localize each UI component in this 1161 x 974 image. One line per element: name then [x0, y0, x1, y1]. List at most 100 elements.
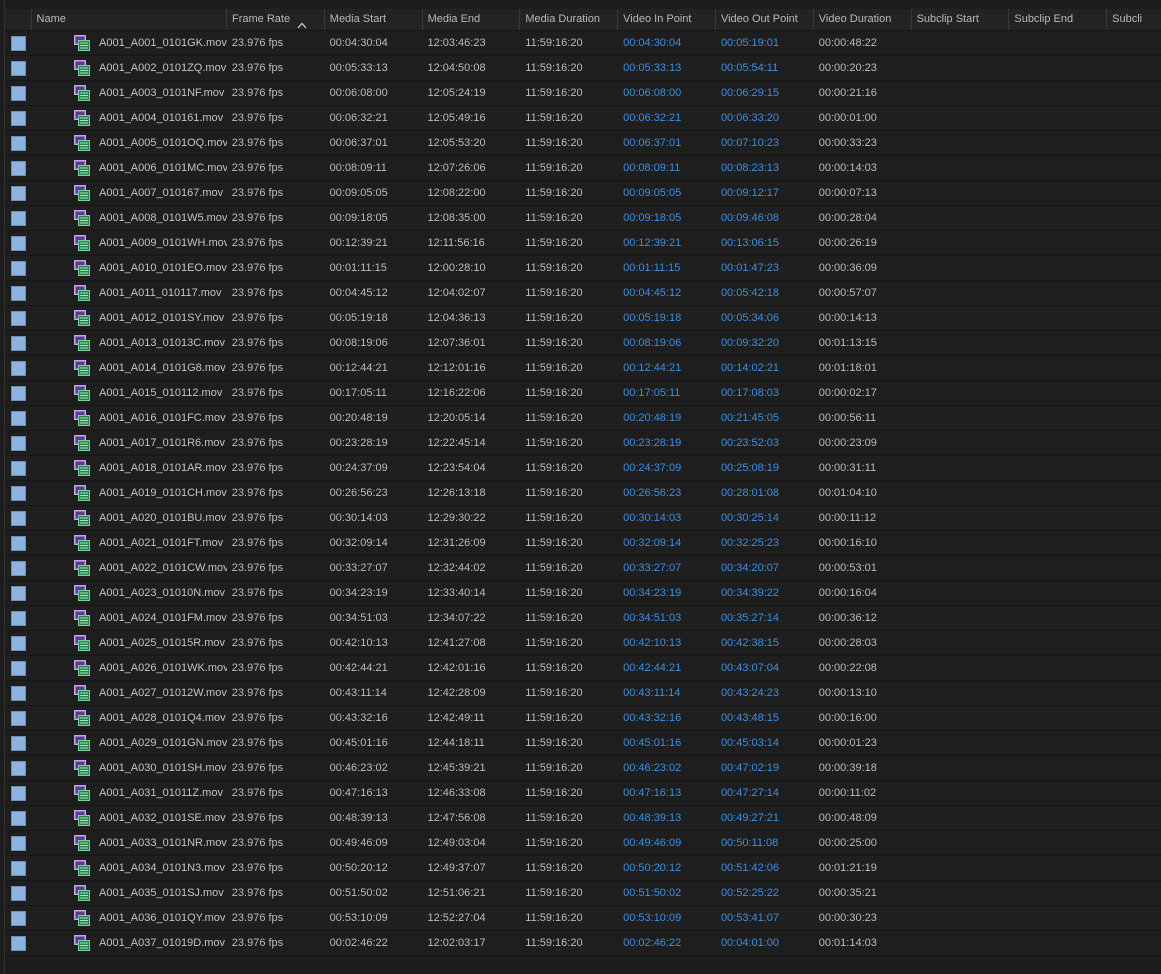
video-in-cell[interactable]: 00:06:32:21 — [618, 112, 716, 124]
name-cell[interactable]: A001_A010_0101EO.mov — [5, 256, 227, 280]
video-in-cell[interactable]: 00:02:46:22 — [618, 937, 716, 949]
video-out-cell[interactable]: 00:04:01:00 — [716, 937, 814, 949]
table-row[interactable]: A001_A005_0101OQ.mov 23.976 fps 00:06:37:0… — [5, 131, 1161, 156]
table-row[interactable]: A001_A019_0101CH.mov 23.976 fps 00:26:56:2… — [5, 481, 1161, 506]
name-cell[interactable]: A001_A037_01019D.mov — [5, 931, 227, 955]
name-cell[interactable]: A001_A006_0101MC.mov — [5, 156, 227, 180]
column-header-video-out-point[interactable]: Video Out Point — [716, 9, 814, 30]
label-color-chip[interactable] — [11, 60, 26, 76]
name-cell[interactable]: A001_A012_0101SY.mov — [5, 306, 227, 330]
label-column-header[interactable] — [5, 9, 32, 30]
video-out-cell[interactable]: 00:47:02:19 — [716, 762, 814, 774]
label-color-chip[interactable] — [11, 910, 26, 926]
table-row[interactable]: A001_A017_0101R6.mov 23.976 fps 00:23:28:1… — [5, 431, 1161, 456]
label-color-chip[interactable] — [11, 610, 26, 626]
video-in-cell[interactable]: 00:04:45:12 — [618, 287, 716, 299]
name-cell[interactable]: A001_A013_01013C.mov — [5, 331, 227, 355]
label-color-chip[interactable] — [11, 285, 26, 301]
name-cell[interactable]: A001_A027_01012W.mov — [5, 681, 227, 705]
video-in-cell[interactable]: 00:12:44:21 — [618, 362, 716, 374]
video-in-cell[interactable]: 00:43:32:16 — [618, 712, 716, 724]
video-in-cell[interactable]: 00:17:05:11 — [618, 387, 716, 399]
video-in-cell[interactable]: 00:09:05:05 — [618, 187, 716, 199]
table-row[interactable]: A001_A023_01010N.mov 23.976 fps 00:34:23:1… — [5, 581, 1161, 606]
table-row[interactable]: A001_A035_0101SJ.mov 23.976 fps 00:51:50:0… — [5, 881, 1161, 906]
name-cell[interactable]: A001_A003_0101NF.mov — [5, 81, 227, 105]
video-out-cell[interactable]: 00:42:38:15 — [716, 637, 814, 649]
name-cell[interactable]: A001_A028_0101Q4.mov — [5, 706, 227, 730]
video-out-cell[interactable]: 00:01:47:23 — [716, 262, 814, 274]
table-row[interactable]: A001_A003_0101NF.mov 23.976 fps 00:06:08:0… — [5, 81, 1161, 106]
table-row[interactable]: A001_A022_0101CW.mov 23.976 fps 00:33:27:0… — [5, 556, 1161, 581]
video-out-cell[interactable]: 00:06:29:15 — [716, 87, 814, 99]
video-in-cell[interactable]: 00:04:30:04 — [618, 37, 716, 49]
video-in-cell[interactable]: 00:20:48:19 — [618, 412, 716, 424]
column-header-video-duration[interactable]: Video Duration — [814, 9, 912, 30]
video-in-cell[interactable]: 00:34:51:03 — [618, 612, 716, 624]
video-in-cell[interactable]: 00:26:56:23 — [618, 487, 716, 499]
column-header-media-end[interactable]: Media End — [423, 9, 521, 30]
label-color-chip[interactable] — [11, 435, 26, 451]
label-color-chip[interactable] — [11, 160, 26, 176]
name-cell[interactable]: A001_A008_0101W5.mov — [5, 206, 227, 230]
table-row[interactable]: A001_A026_0101WK.mov 23.976 fps 00:42:44:2… — [5, 656, 1161, 681]
video-out-cell[interactable]: 00:34:20:07 — [716, 562, 814, 574]
video-out-cell[interactable]: 00:23:52:03 — [716, 437, 814, 449]
video-out-cell[interactable]: 00:13:06:15 — [716, 237, 814, 249]
video-in-cell[interactable]: 00:08:19:06 — [618, 337, 716, 349]
video-in-cell[interactable]: 00:47:16:13 — [618, 787, 716, 799]
video-in-cell[interactable]: 00:34:23:19 — [618, 587, 716, 599]
video-out-cell[interactable]: 00:35:27:14 — [716, 612, 814, 624]
video-out-cell[interactable]: 00:43:24:23 — [716, 687, 814, 699]
column-header-name[interactable]: Name — [32, 9, 227, 30]
video-out-cell[interactable]: 00:05:19:01 — [716, 37, 814, 49]
name-cell[interactable]: A001_A035_0101SJ.mov — [5, 881, 227, 905]
name-cell[interactable]: A001_A026_0101WK.mov — [5, 656, 227, 680]
video-out-cell[interactable]: 00:05:42:18 — [716, 287, 814, 299]
video-in-cell[interactable]: 00:43:11:14 — [618, 687, 716, 699]
label-color-chip[interactable] — [11, 210, 26, 226]
name-cell[interactable]: A001_A019_0101CH.mov — [5, 481, 227, 505]
label-color-chip[interactable] — [11, 385, 26, 401]
label-color-chip[interactable] — [11, 885, 26, 901]
table-row[interactable]: A001_A037_01019D.mov 23.976 fps 00:02:46:2… — [5, 931, 1161, 956]
label-color-chip[interactable] — [11, 360, 26, 376]
label-color-chip[interactable] — [11, 760, 26, 776]
video-in-cell[interactable]: 00:45:01:16 — [618, 737, 716, 749]
table-row[interactable]: A001_A013_01013C.mov 23.976 fps 00:08:19:0… — [5, 331, 1161, 356]
video-out-cell[interactable]: 00:30:25:14 — [716, 512, 814, 524]
name-cell[interactable]: A001_A009_0101WH.mov — [5, 231, 227, 255]
video-out-cell[interactable]: 00:05:54:11 — [716, 62, 814, 74]
name-cell[interactable]: A001_A020_0101BU.mov — [5, 506, 227, 530]
table-row[interactable]: A001_A015_010112.mov 23.976 fps 00:17:05:1… — [5, 381, 1161, 406]
video-out-cell[interactable]: 00:21:45:05 — [716, 412, 814, 424]
video-in-cell[interactable]: 00:12:39:21 — [618, 237, 716, 249]
column-header-frame-rate[interactable]: Frame Rate — [227, 9, 325, 30]
video-out-cell[interactable]: 00:43:07:04 — [716, 662, 814, 674]
name-cell[interactable]: A001_A022_0101CW.mov — [5, 556, 227, 580]
label-color-chip[interactable] — [11, 135, 26, 151]
label-color-chip[interactable] — [11, 460, 26, 476]
column-header-subclip-end[interactable]: Subclip End — [1009, 9, 1108, 30]
video-out-cell[interactable]: 00:34:39:22 — [716, 587, 814, 599]
video-out-cell[interactable]: 00:32:25:23 — [716, 537, 814, 549]
label-color-chip[interactable] — [11, 235, 26, 251]
video-in-cell[interactable]: 00:30:14:03 — [618, 512, 716, 524]
video-out-cell[interactable]: 00:49:27:21 — [716, 812, 814, 824]
video-in-cell[interactable]: 00:06:37:01 — [618, 137, 716, 149]
name-cell[interactable]: A001_A021_0101FT.mov — [5, 531, 227, 555]
name-cell[interactable]: A001_A005_0101OQ.mov — [5, 131, 227, 155]
video-in-cell[interactable]: 00:09:18:05 — [618, 212, 716, 224]
video-out-cell[interactable]: 00:09:32:20 — [716, 337, 814, 349]
label-color-chip[interactable] — [11, 485, 26, 501]
label-color-chip[interactable] — [11, 835, 26, 851]
label-color-chip[interactable] — [11, 410, 26, 426]
table-row[interactable]: A001_A024_0101FM.mov 23.976 fps 00:34:51:0… — [5, 606, 1161, 631]
video-out-cell[interactable]: 00:05:34:06 — [716, 312, 814, 324]
table-row[interactable]: A001_A007_010167.mov 23.976 fps 00:09:05:0… — [5, 181, 1161, 206]
name-cell[interactable]: A001_A025_01015R.mov — [5, 631, 227, 655]
name-cell[interactable]: A001_A001_0101GK.mov — [5, 31, 227, 55]
video-in-cell[interactable]: 00:33:27:07 — [618, 562, 716, 574]
name-cell[interactable]: A001_A007_010167.mov — [5, 181, 227, 205]
video-out-cell[interactable]: 00:47:27:14 — [716, 787, 814, 799]
